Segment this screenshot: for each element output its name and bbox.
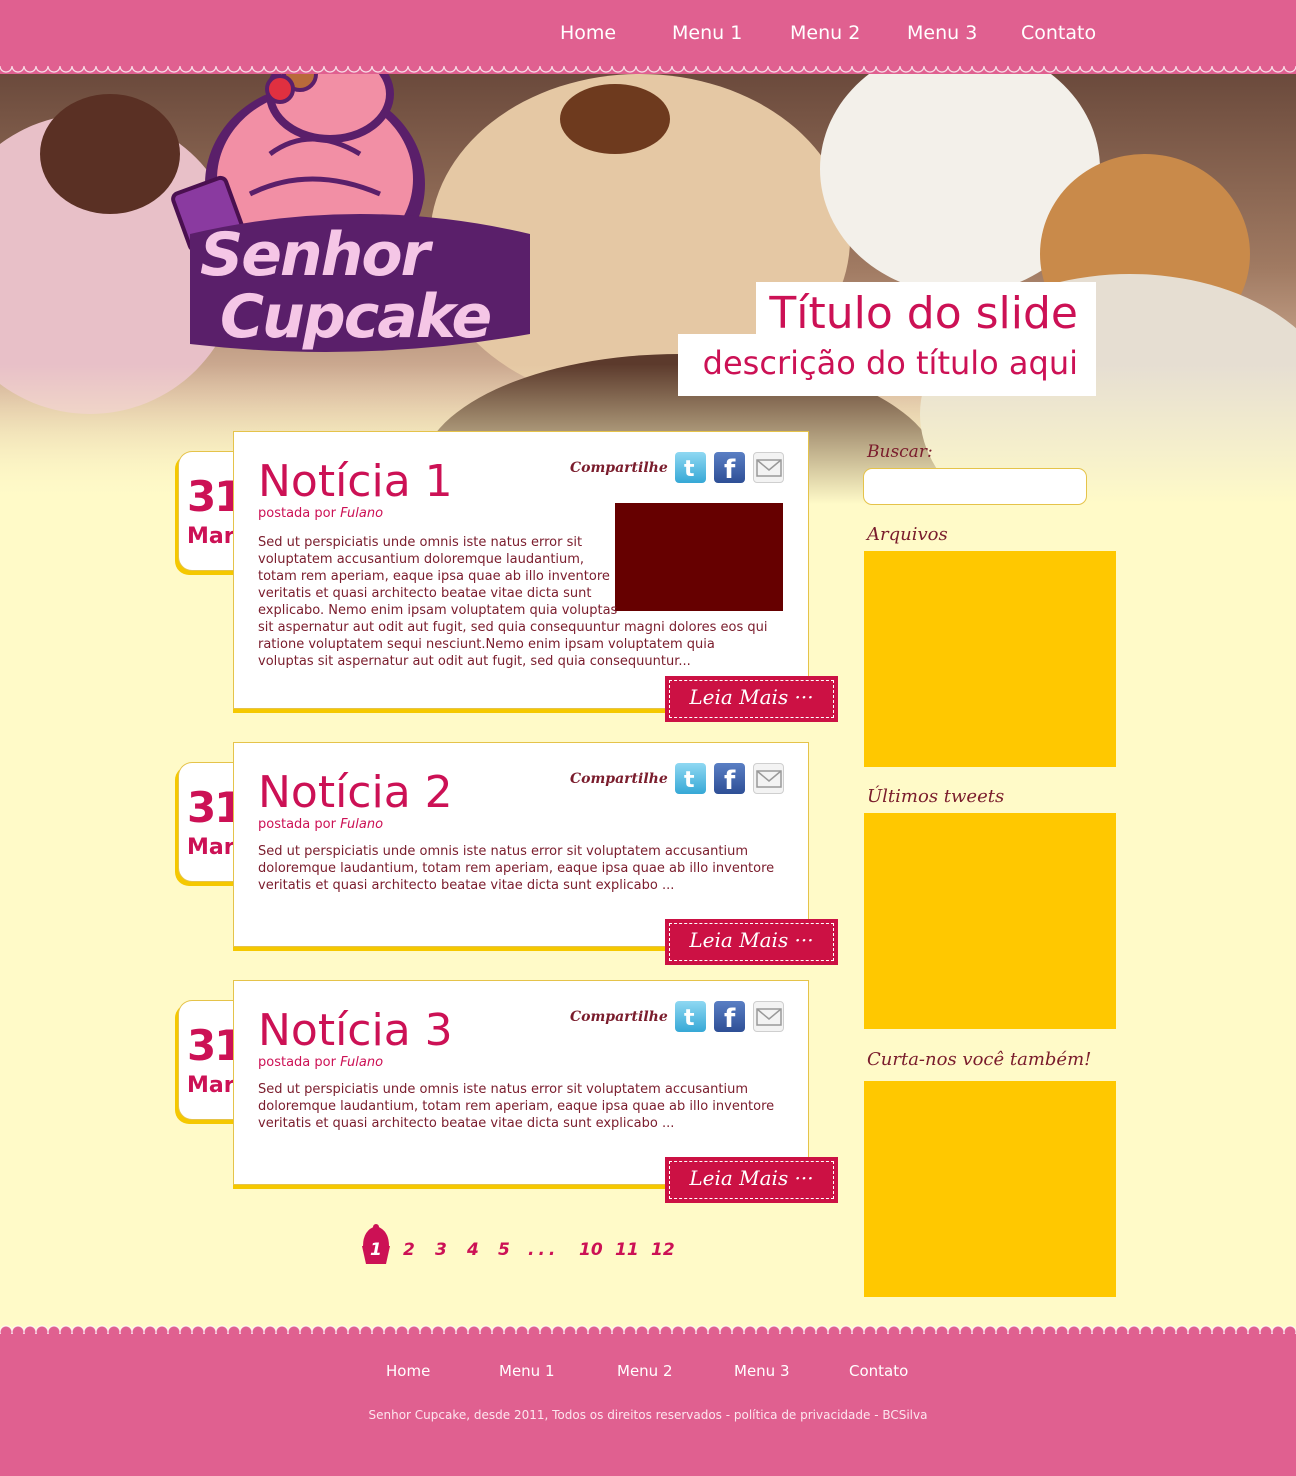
search-label: Buscar: [867, 442, 933, 462]
date-day: 31 [187, 1021, 243, 1070]
mail-icon[interactable] [753, 763, 784, 794]
slide-title: Título do slide [769, 288, 1078, 339]
nav-menu-1[interactable]: Menu 1 [672, 22, 742, 44]
news-post: 31 Mar Notícia 2 postada por Fulano Comp… [178, 742, 838, 968]
nav-menu-3[interactable]: Menu 3 [907, 22, 977, 44]
main-nav: Home Menu 1 Menu 2 Menu 3 Contato [0, 22, 1296, 52]
archives-widget[interactable] [864, 551, 1116, 767]
facebook-icon[interactable]: f [714, 763, 745, 794]
read-more-label: Leia Mais ··· [689, 928, 814, 952]
svg-text:t: t [684, 768, 695, 793]
read-more-button[interactable]: Leia Mais ··· [665, 1157, 838, 1203]
read-more-button[interactable]: Leia Mais ··· [665, 676, 838, 722]
facebook-icon[interactable]: f [714, 1001, 745, 1032]
footer: Home Menu 1 Menu 2 Menu 3 Contato Senhor… [0, 1320, 1296, 1476]
share-label: Compartilhe [570, 1009, 668, 1025]
slide-description-box: descrição do título aqui [678, 334, 1096, 396]
read-more-label: Leia Mais ··· [689, 1166, 814, 1190]
footer-nav-menu-1[interactable]: Menu 1 [499, 1362, 555, 1380]
like-heading: Curta-nos você também! [867, 1049, 1092, 1070]
logo-text-line1: Senhor [200, 220, 430, 290]
post-author[interactable]: Fulano [340, 506, 383, 521]
page-link[interactable]: 3 [435, 1240, 447, 1260]
post-card: Notícia 2 postada por Fulano Compartilhe… [233, 742, 809, 947]
svg-text:t: t [684, 457, 695, 482]
post-excerpt: Sed ut perspiciatis unde omnis iste natu… [258, 844, 775, 893]
slide-title-box: Título do slide [756, 282, 1096, 342]
nav-home[interactable]: Home [560, 22, 616, 44]
post-title[interactable]: Notícia 1 [258, 456, 453, 507]
twitter-icon[interactable]: t [675, 1001, 706, 1032]
scallop-border [0, 1320, 1296, 1334]
post-card: Notícia 3 postada por Fulano Compartilhe… [233, 980, 809, 1185]
footer-nav-home[interactable]: Home [386, 1362, 430, 1380]
tweets-widget[interactable] [864, 813, 1116, 1029]
page-link[interactable]: 5 [498, 1240, 510, 1260]
date-tab: 31 Mar [178, 762, 243, 882]
post-author[interactable]: Fulano [340, 817, 383, 832]
chocolate-topping [40, 94, 180, 214]
candy-cup [560, 84, 670, 154]
post-title[interactable]: Notícia 3 [258, 1005, 453, 1056]
search-input[interactable] [863, 468, 1087, 505]
page-current[interactable]: 1 [370, 1240, 382, 1260]
page-link[interactable]: 11 [615, 1240, 639, 1260]
page-link[interactable]: 10 [579, 1240, 603, 1260]
svg-text:f: f [724, 1004, 736, 1032]
archives-heading: Arquivos [867, 524, 948, 545]
logo-text-line2: Cupcake [220, 282, 492, 352]
post-author[interactable]: Fulano [340, 1055, 383, 1070]
date-month: Mar [187, 524, 235, 549]
share-label: Compartilhe [570, 460, 668, 476]
site-logo[interactable]: Senhor Cupcake [160, 34, 550, 374]
mail-icon[interactable] [753, 452, 784, 483]
nav-contato[interactable]: Contato [1021, 22, 1096, 44]
post-title[interactable]: Notícia 2 [258, 767, 453, 818]
post-excerpt: Sed ut perspiciatis unde omnis iste natu… [258, 535, 768, 669]
nav-menu-2[interactable]: Menu 2 [790, 22, 860, 44]
post-byline: postada por Fulano [258, 1055, 384, 1070]
date-tab: 31 Mar [178, 451, 243, 571]
top-header: Home Menu 1 Menu 2 Menu 3 Contato [0, 0, 1296, 78]
read-more-button[interactable]: Leia Mais ··· [665, 919, 838, 965]
footer-nav-menu-2[interactable]: Menu 2 [617, 1362, 673, 1380]
tweets-heading: Últimos tweets [867, 786, 1005, 807]
scallop-border [0, 66, 1296, 78]
svg-text:f: f [724, 766, 736, 794]
date-tab: 31 Mar [178, 1000, 243, 1120]
facebook-icon[interactable]: f [714, 452, 745, 483]
post-excerpt: Sed ut perspiciatis unde omnis iste natu… [258, 1082, 775, 1131]
news-post: 31 Mar Notícia 3 postada por Fulano Comp… [178, 980, 838, 1206]
copyright: Senhor Cupcake, desde 2011, Todos os dir… [368, 1408, 928, 1422]
post-card: Notícia 1 postada por Fulano Compartilhe… [233, 431, 809, 709]
post-byline: postada por Fulano [258, 506, 384, 521]
read-more-label: Leia Mais ··· [689, 685, 814, 709]
pagination: 1 2 3 4 5 ... 10 11 12 [355, 1222, 685, 1268]
page-link[interactable]: 12 [651, 1240, 675, 1260]
page-ellipsis: ... [528, 1240, 560, 1260]
page-link[interactable]: 4 [467, 1240, 479, 1260]
slide-description: descrição do título aqui [702, 344, 1078, 382]
page-link[interactable]: 2 [403, 1240, 415, 1260]
news-post: 31 Mar Notícia 1 postada por Fulano Comp… [178, 431, 838, 723]
twitter-icon[interactable]: t [675, 452, 706, 483]
svg-text:t: t [684, 1006, 695, 1031]
svg-text:f: f [724, 455, 736, 483]
date-month: Mar [187, 1073, 235, 1098]
mail-icon[interactable] [753, 1001, 784, 1032]
footer-nav-contato[interactable]: Contato [849, 1362, 908, 1380]
date-day: 31 [187, 783, 243, 832]
post-byline: postada por Fulano [258, 817, 384, 832]
date-month: Mar [187, 835, 235, 860]
like-widget[interactable] [864, 1081, 1116, 1297]
twitter-icon[interactable]: t [675, 763, 706, 794]
footer-nav-menu-3[interactable]: Menu 3 [734, 1362, 790, 1380]
date-day: 31 [187, 472, 243, 521]
share-label: Compartilhe [570, 771, 668, 787]
